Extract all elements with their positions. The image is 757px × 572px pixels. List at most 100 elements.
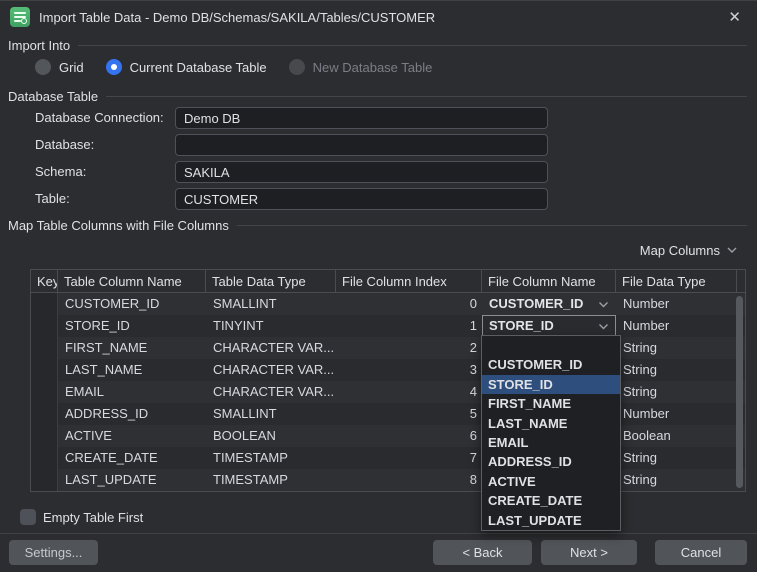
dropdown-item-create-date[interactable]: CREATE_DATE xyxy=(482,491,620,510)
map-columns-dropdown-button[interactable]: Map Columns xyxy=(640,241,737,259)
cell-table-data-type: TIMESTAMP xyxy=(206,469,336,491)
next-button[interactable]: Next > xyxy=(541,540,637,565)
table-row-address-id[interactable]: ADDRESS_IDSMALLINT5Number xyxy=(31,403,745,425)
column-header-table-data-type[interactable]: Table Data Type xyxy=(206,270,336,292)
import-into-options: GridCurrent Database TableNew Database T… xyxy=(35,57,432,77)
cell-file-column-name[interactable]: STORE_ID xyxy=(482,315,616,337)
cell-table-column-name: FIRST_NAME xyxy=(58,337,206,359)
empty-table-first-option[interactable]: Empty Table First xyxy=(20,508,143,526)
dialog-title: Import Table Data - Demo DB/Schemas/SAKI… xyxy=(39,10,435,25)
vertical-scrollbar[interactable] xyxy=(736,296,743,488)
table-row-first-name[interactable]: FIRST_NAMECHARACTER VAR...2String xyxy=(31,337,745,359)
cell-table-column-name: ADDRESS_ID xyxy=(58,403,206,425)
column-header-key[interactable]: Key xyxy=(31,270,58,292)
map-columns-section-label: Map Table Columns with File Columns xyxy=(8,218,229,233)
cell-table-data-type: TINYINT xyxy=(206,315,336,337)
cell-text: 6 xyxy=(470,428,477,443)
file-column-name-dropdown-list[interactable]: CUSTOMER_IDSTORE_IDFIRST_NAMELAST_NAMEEM… xyxy=(481,335,621,531)
cancel-button[interactable]: Cancel xyxy=(655,540,747,565)
chevron-down-icon xyxy=(598,301,609,308)
cell-file-data-type: Number xyxy=(616,293,737,315)
cell-text: Number xyxy=(623,296,669,311)
field-input-database[interactable] xyxy=(175,134,548,156)
cell-table-data-type: CHARACTER VAR... xyxy=(206,337,336,359)
field-input-database-connection[interactable] xyxy=(175,107,548,129)
cell-text: EMAIL xyxy=(65,384,104,399)
table-row-last-name[interactable]: LAST_NAME CHARACTER VAR... 3 String xyxy=(31,359,745,381)
column-header-file-data-type[interactable]: File Data Type xyxy=(616,270,737,292)
cell-text: TIMESTAMP xyxy=(213,450,288,465)
radio-grid[interactable] xyxy=(35,59,51,75)
field-row-schema: Schema: xyxy=(0,161,757,183)
titlebar: Import Table Data - Demo DB/Schemas/SAKI… xyxy=(0,1,757,33)
cell-text: 3 xyxy=(470,362,477,377)
cell-text: LAST_NAME xyxy=(65,362,142,377)
radio-current-database-table[interactable] xyxy=(106,59,122,75)
settings-button[interactable]: Settings... xyxy=(9,540,98,565)
chevron-down-icon xyxy=(598,323,609,330)
section-divider xyxy=(237,225,747,226)
cell-table-data-type: CHARACTER VAR... xyxy=(206,359,336,381)
table-body: CUSTOMER_IDSMALLINT0CUSTOMER_IDNumberSTO… xyxy=(31,293,745,491)
dropdown-item-email[interactable]: EMAIL xyxy=(482,433,620,452)
cell-table-data-type: BOOLEAN xyxy=(206,425,336,447)
column-header-file-column-name[interactable]: File Column Name xyxy=(482,270,616,292)
column-header-table-column-name[interactable]: Table Column Name xyxy=(58,270,206,292)
cell-file-data-type: String xyxy=(616,469,737,491)
dropdown-item-customer-id[interactable]: CUSTOMER_ID xyxy=(482,355,620,374)
dropdown-item-first-name[interactable]: FIRST_NAME xyxy=(482,394,620,413)
radio-option-current-database-table[interactable]: Current Database Table xyxy=(106,59,267,75)
table-row-store-id[interactable]: STORE_IDTINYINT1STORE_IDNumber xyxy=(31,315,745,337)
empty-table-first-checkbox[interactable] xyxy=(20,509,36,525)
cell-text: ACTIVE xyxy=(65,428,112,443)
cell-key xyxy=(31,359,58,381)
column-header-file-column-index[interactable]: File Column Index xyxy=(336,270,482,292)
cell-text: STORE_ID xyxy=(489,318,554,333)
table-row-last-update[interactable]: LAST_UPDATETIMESTAMP8String xyxy=(31,469,745,491)
field-label-database: Database: xyxy=(35,137,94,152)
radio-option-grid[interactable]: Grid xyxy=(35,59,84,75)
dropdown-item-active[interactable]: ACTIVE xyxy=(482,472,620,491)
cell-file-column-index: 5 xyxy=(336,403,482,425)
cell-key xyxy=(31,425,58,447)
dropdown-item-blank[interactable] xyxy=(482,336,620,355)
cell-table-data-type: TIMESTAMP xyxy=(206,447,336,469)
field-input-schema[interactable] xyxy=(175,161,548,183)
cell-text: CHARACTER VAR... xyxy=(213,340,334,355)
import-into-section-header: Import Into xyxy=(8,37,747,53)
cell-table-column-name: EMAIL xyxy=(58,381,206,403)
cell-file-data-type: Number xyxy=(616,403,737,425)
database-table-label: Database Table xyxy=(8,89,98,104)
cell-text: CHARACTER VAR... xyxy=(213,384,334,399)
cell-file-column-index: 0 xyxy=(336,293,482,315)
column-mapping-table[interactable]: KeyTable Column NameTable Data TypeFile … xyxy=(30,269,746,492)
table-row-create-date[interactable]: CREATE_DATETIMESTAMP7String xyxy=(31,447,745,469)
cell-text: String xyxy=(623,362,657,377)
field-input-table[interactable] xyxy=(175,188,548,210)
cell-text: 5 xyxy=(470,406,477,421)
cell-file-column-name[interactable]: CUSTOMER_ID xyxy=(482,293,616,315)
cell-file-data-type: String xyxy=(616,381,737,403)
cell-file-data-type: Number xyxy=(616,315,737,337)
cell-text: 7 xyxy=(470,450,477,465)
dropdown-item-last-update[interactable]: LAST_UPDATE xyxy=(482,511,620,530)
field-label-schema: Schema: xyxy=(35,164,86,179)
cell-file-column-index: 1 xyxy=(336,315,482,337)
section-divider xyxy=(106,96,747,97)
cell-text: 1 xyxy=(470,318,477,333)
table-row-email[interactable]: EMAILCHARACTER VAR...4String xyxy=(31,381,745,403)
cell-key xyxy=(31,469,58,491)
dropdown-item-last-name[interactable]: LAST_NAME xyxy=(482,414,620,433)
back-button[interactable]: < Back xyxy=(433,540,532,565)
map-columns-button-label: Map Columns xyxy=(640,243,720,258)
field-row-table: Table: xyxy=(0,188,757,210)
dropdown-item-address-id[interactable]: ADDRESS_ID xyxy=(482,452,620,471)
radio-new-database-table xyxy=(289,59,305,75)
field-row-database-connection: Database Connection: xyxy=(0,107,757,129)
dropdown-item-store-id[interactable]: STORE_ID xyxy=(482,375,620,394)
cell-key xyxy=(31,447,58,469)
table-row-active[interactable]: ACTIVEBOOLEAN6Boolean xyxy=(31,425,745,447)
cell-table-column-name: CUSTOMER_ID xyxy=(58,293,206,315)
close-icon[interactable]: ✕ xyxy=(724,8,745,27)
table-row-customer-id[interactable]: CUSTOMER_IDSMALLINT0CUSTOMER_IDNumber xyxy=(31,293,745,315)
